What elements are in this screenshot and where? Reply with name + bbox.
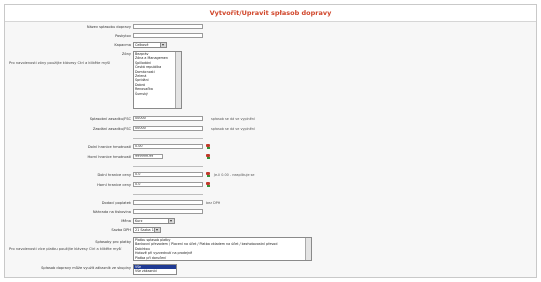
page-title: Vytvořit/Upravit spłasob dopravy bbox=[209, 9, 332, 17]
chevron-down-icon bbox=[154, 228, 160, 232]
capacity-label: Kapacma bbox=[114, 43, 131, 47]
calculator-icon[interactable] bbox=[206, 144, 211, 149]
provider-input[interactable] bbox=[133, 33, 203, 38]
title-bar: Vytvořit/Upravit spłasob dopravy bbox=[5, 5, 536, 22]
group-option[interactable]: Vše zákazníci bbox=[134, 269, 176, 273]
shipping-note: bez DPH bbox=[206, 201, 221, 205]
tax-select[interactable]: 21 Sazba 1 bbox=[133, 227, 161, 233]
order-min-input[interactable]: 0.0 bbox=[133, 172, 203, 177]
calculator-icon[interactable] bbox=[206, 172, 211, 177]
shipping-input[interactable] bbox=[133, 200, 203, 205]
price2-label: Zasdání zasadku/FSC bbox=[92, 127, 131, 131]
zones-label: Zóny bbox=[121, 52, 131, 56]
capacity-select[interactable]: Celkové bbox=[133, 42, 167, 48]
zone-option[interactable]: Šumský bbox=[134, 92, 181, 96]
payments-list[interactable]: Platbu spłasob platby Bankovní převodem … bbox=[133, 237, 312, 261]
order-min-label: Dolní hranice ceny bbox=[97, 173, 131, 177]
currency-value: Kurz bbox=[135, 219, 143, 223]
chevron-down-icon bbox=[160, 43, 166, 47]
shipping2-label: Náhrada na tiskovina bbox=[92, 210, 131, 214]
tax-value: 21 Sazba 1 bbox=[135, 228, 154, 232]
order-max-label: Horní hranice ceny bbox=[97, 183, 131, 187]
price-input[interactable]: 00000 bbox=[133, 116, 203, 121]
weight-max-input[interactable]: 999999.99 bbox=[133, 154, 163, 159]
weight-min-label: Dolní hranice hmotnosti bbox=[87, 145, 131, 149]
zones-scrollbar[interactable] bbox=[175, 52, 181, 108]
payments-note: Pro navolenosti více platbu použijte klá… bbox=[9, 247, 122, 251]
provider-label: Poskytov bbox=[115, 34, 131, 38]
shipping-label: Dodací poplatek bbox=[101, 201, 131, 205]
price-label: Spłasobní zasadku/FSC bbox=[89, 117, 131, 121]
calculator-icon[interactable] bbox=[206, 182, 211, 187]
price2-note: spłasob se dá ve vyplnění bbox=[211, 127, 255, 131]
divider bbox=[133, 194, 203, 195]
payments-scrollbar[interactable] bbox=[305, 238, 311, 260]
customer-group-label: Spłasob dopravy může využít zákazník ze … bbox=[41, 266, 131, 270]
chevron-down-icon bbox=[168, 219, 174, 223]
payment-option[interactable]: Platba při doručení bbox=[134, 256, 311, 260]
order-min-note: Je-li 0.00 - neaplikuje se bbox=[214, 173, 255, 177]
capacity-value: Celkové bbox=[135, 43, 149, 47]
name-label: Název spłasobu dopravy bbox=[86, 25, 131, 29]
shipping2-input[interactable] bbox=[133, 209, 203, 214]
payments-label: Spłasoby pro platby bbox=[95, 240, 131, 244]
currency-select[interactable]: Kurz bbox=[133, 218, 175, 224]
calculator-icon[interactable] bbox=[206, 154, 211, 159]
weight-min-input[interactable]: 0.00 bbox=[133, 144, 203, 149]
tax-label: Sazba DPH bbox=[111, 228, 131, 232]
zones-list[interactable]: Bezpráv Zóna a Managemen Spillodáni Česk… bbox=[133, 51, 182, 109]
customer-group-list[interactable]: Vše Vše zákazníci bbox=[133, 264, 177, 275]
weight-max-label: Horní hranice hmotnosti bbox=[87, 155, 131, 159]
price-note: spłasob se dá ve vyplnění bbox=[211, 117, 255, 121]
order-max-input[interactable]: 0.0 bbox=[133, 182, 203, 187]
edit-shipping-panel: Vytvořit/Upravit spłasob dopravy Název s… bbox=[4, 4, 537, 278]
currency-label: Měna bbox=[121, 219, 131, 223]
divider bbox=[133, 138, 203, 139]
zones-note: Pro navolenosti zóny použijte klávesy Ct… bbox=[9, 61, 110, 65]
divider bbox=[133, 166, 203, 167]
price2-input[interactable]: 00000 bbox=[133, 126, 203, 131]
name-input[interactable] bbox=[133, 24, 203, 29]
